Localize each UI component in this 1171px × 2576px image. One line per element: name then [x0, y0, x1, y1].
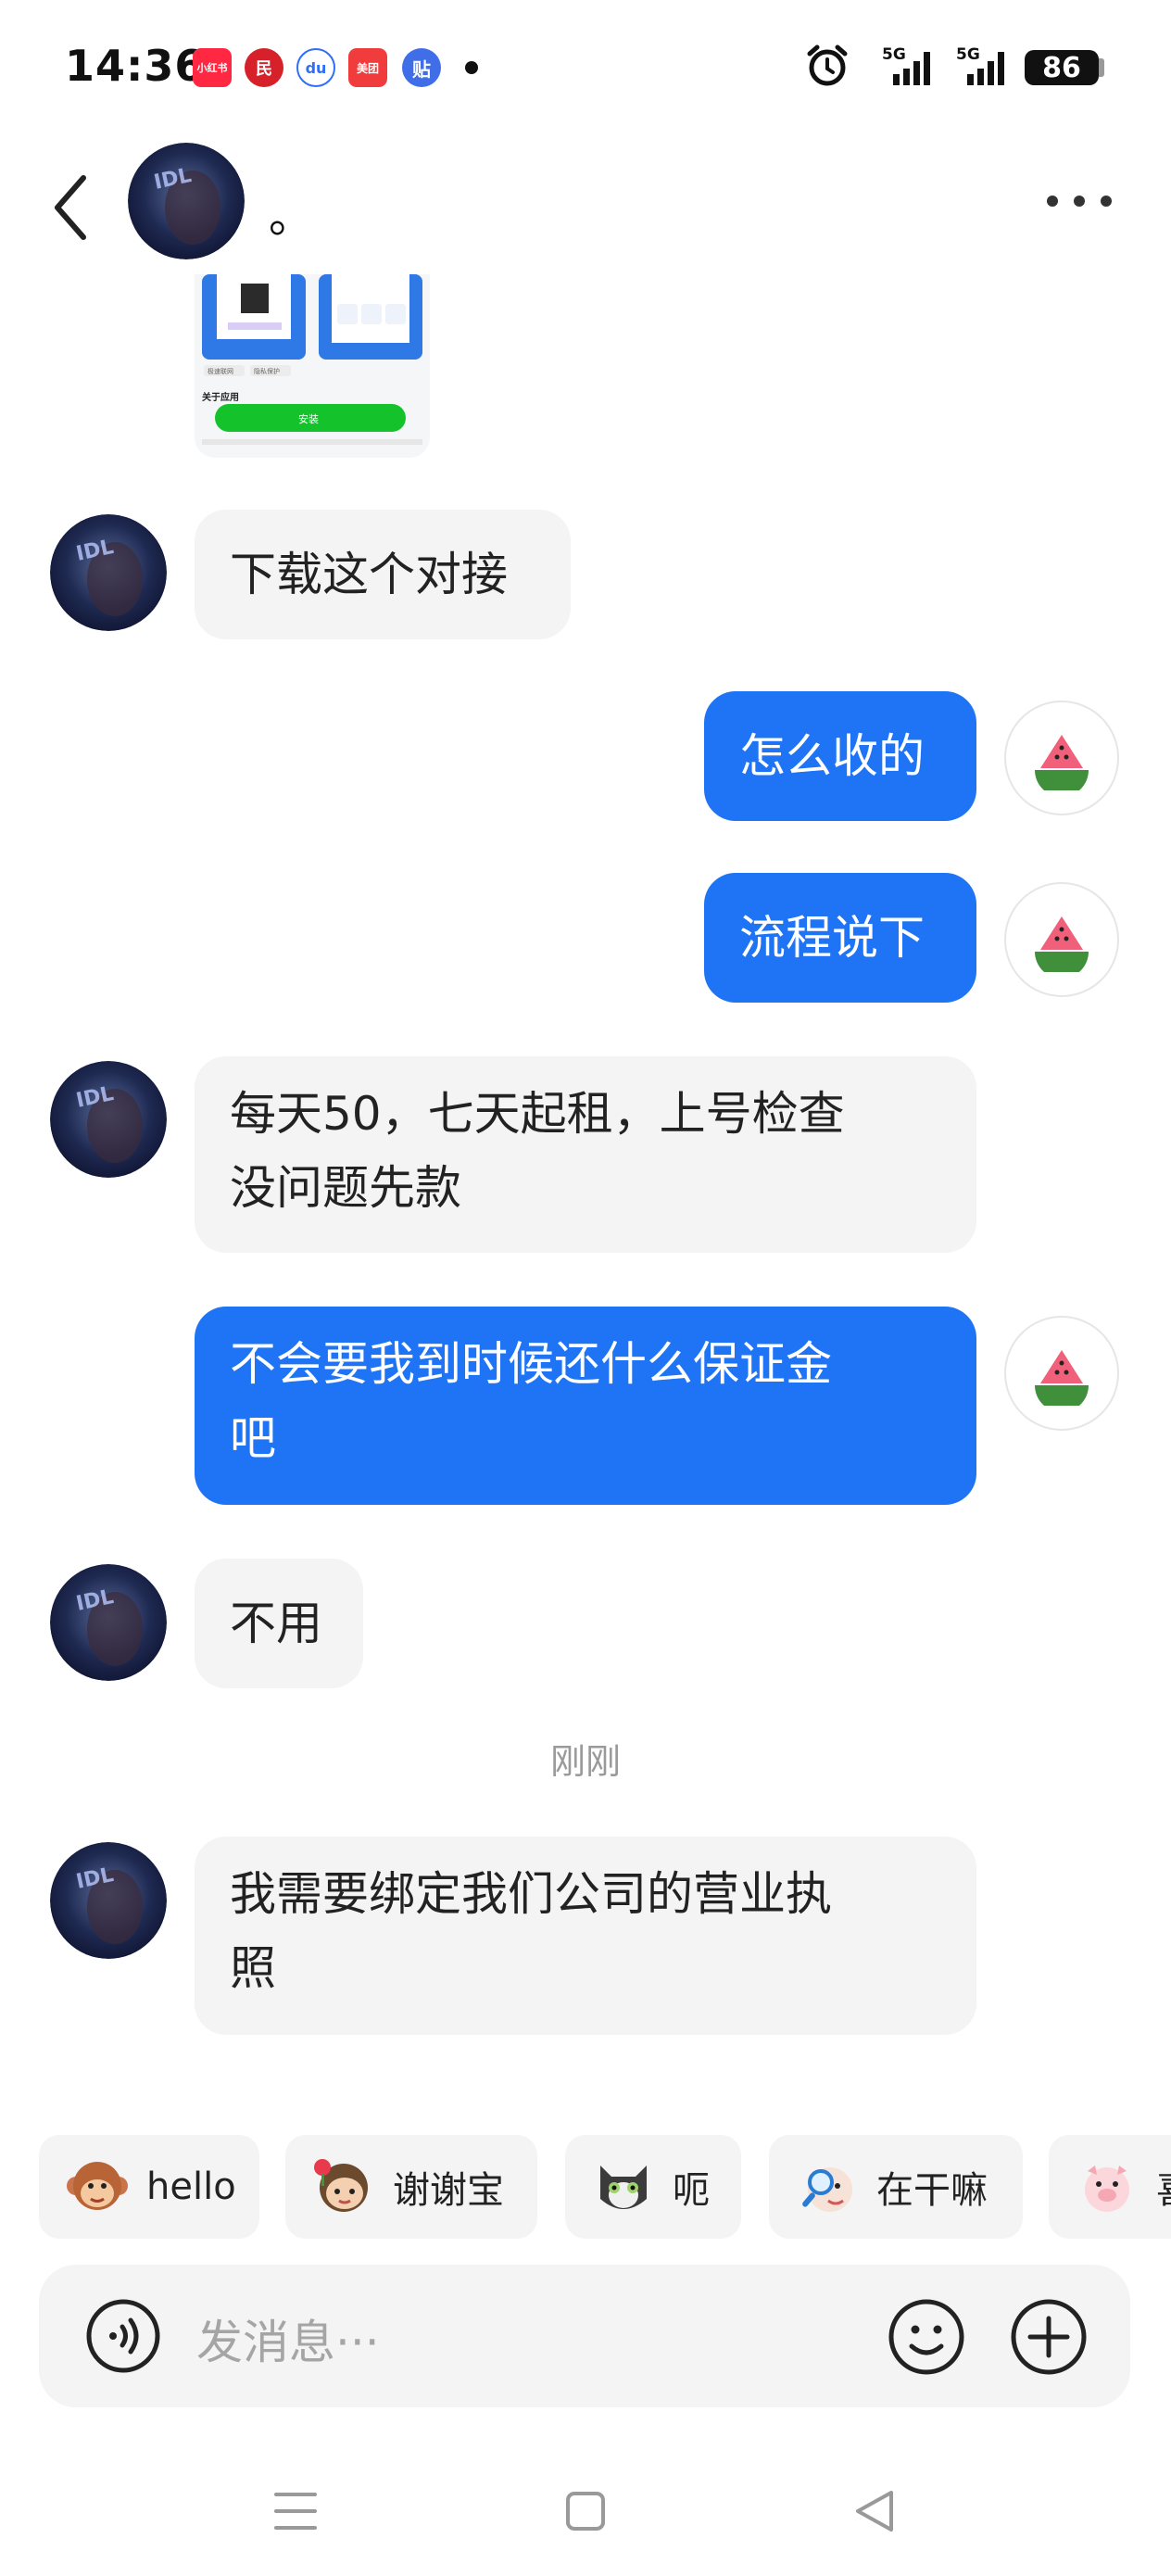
cat-sticker-icon [600, 2166, 647, 2209]
contact-name: 。 [269, 191, 314, 243]
message-line: 每天50，七天起租，上号检查 [230, 1087, 845, 1141]
app-screenshot-thumbnail: 极速联网 隐私保护 关于应用 安装 [202, 274, 422, 445]
meituan-app-icon: 美团 [348, 48, 387, 87]
message-bubble-outgoing[interactable]: 流程说下 [704, 873, 976, 1003]
my-avatar[interactable] [1004, 701, 1119, 815]
shared-app-screenshot[interactable]: 极速联网 隐私保护 关于应用 安装 [195, 274, 430, 458]
message-line: 没问题先款 [230, 1161, 461, 1215]
bank-app-icon: 民 [245, 48, 283, 87]
quick-reply-label: 呃 [673, 2169, 710, 2212]
message-line: 吧 [230, 1411, 276, 1465]
message-bubble-outgoing[interactable]: 不会要我到时候还什么保证金 吧 [195, 1307, 976, 1505]
system-nav-bar [0, 2446, 1171, 2576]
status-time: 14:36 [65, 41, 206, 91]
quick-reply-label: hello [146, 2166, 236, 2208]
chat-header: IDL 。 [0, 130, 1171, 278]
quick-reply-label: 在干嘛 [876, 2169, 988, 2212]
back-nav-icon[interactable] [854, 2489, 895, 2533]
message-bubble-incoming[interactable]: 每天50，七天起租，上号检查 没问题先款 [195, 1056, 976, 1253]
sender-avatar[interactable]: IDL [50, 1061, 167, 1178]
timestamp: 刚刚 [549, 1741, 621, 1782]
back-arrow-icon[interactable] [48, 170, 94, 245]
my-avatar[interactable] [1004, 882, 1119, 997]
message-bubble-incoming[interactable]: 下载这个对接 [195, 510, 571, 639]
quick-reply-happy[interactable]: 喜 [1049, 2135, 1171, 2239]
status-bar: 14:36 小红书 民 du 美团 贴 5G 5G 86 [0, 0, 1171, 130]
pig-sticker-icon [1085, 2166, 1129, 2212]
quick-reply-thanks[interactable]: 谢谢宝 [285, 2135, 537, 2239]
message-line: 照 [230, 1941, 276, 1995]
watermelon-icon [1035, 916, 1089, 972]
quick-reply-label: 喜 [1156, 2160, 1171, 2214]
notification-dot-icon [465, 61, 478, 74]
baidu-app-icon: du [296, 48, 335, 87]
message-input-bar: 发消息··· [39, 2265, 1130, 2407]
emoji-icon[interactable] [888, 2298, 965, 2376]
quick-reply-uh[interactable]: 呃 [565, 2135, 741, 2239]
sender-avatar[interactable]: IDL [50, 514, 167, 631]
my-avatar[interactable] [1004, 1316, 1119, 1431]
message-input[interactable]: 发消息··· [196, 2305, 380, 2372]
battery-level: 86 [1025, 50, 1099, 85]
watermelon-icon [1035, 735, 1089, 790]
xiaohongshu-app-icon: 小红书 [193, 48, 232, 87]
message-bubble-incoming[interactable]: 我需要绑定我们公司的营业执 照 [195, 1837, 976, 2035]
voice-input-icon[interactable] [85, 2298, 161, 2374]
home-nav-icon[interactable] [565, 2491, 606, 2532]
message-line: 不会要我到时候还什么保证金 [230, 1337, 832, 1391]
sender-avatar[interactable]: IDL [50, 1564, 167, 1681]
monkey-sticker-icon [67, 2162, 128, 2210]
svg-text:5G: 5G [956, 45, 980, 64]
alarm-icon [807, 44, 848, 86]
tag-label: 隐私保护 [254, 367, 280, 375]
sender-avatar[interactable]: IDL [50, 1842, 167, 1959]
message-line: 我需要绑定我们公司的营业执 [230, 1867, 832, 1921]
tieba-app-icon: 贴 [402, 48, 441, 87]
install-button-label: 安装 [298, 412, 319, 425]
signal-1-icon: 5G [882, 45, 930, 85]
contact-avatar[interactable]: IDL [128, 143, 245, 259]
menu-nav-icon[interactable] [274, 2491, 317, 2532]
quick-reply-hello[interactable]: hello [39, 2135, 259, 2239]
magnifier-sticker-icon [802, 2167, 852, 2212]
more-options-icon[interactable] [1047, 187, 1112, 215]
message-bubble-incoming[interactable]: 不用 [195, 1559, 363, 1688]
section-title: 关于应用 [202, 391, 239, 403]
watermelon-icon [1035, 1350, 1089, 1406]
girl-flower-sticker-icon [314, 2159, 368, 2212]
message-bubble-outgoing[interactable]: 怎么收的 [704, 691, 976, 821]
quick-reply-label: 谢谢宝 [393, 2169, 504, 2212]
signal-2-icon: 5G [956, 45, 1004, 85]
add-attachment-icon[interactable] [1010, 2298, 1088, 2376]
tag-label: 极速联网 [208, 367, 233, 375]
quick-reply-what-doing[interactable]: 在干嘛 [769, 2135, 1023, 2239]
svg-text:5G: 5G [882, 45, 906, 64]
battery-icon [1099, 58, 1104, 77]
